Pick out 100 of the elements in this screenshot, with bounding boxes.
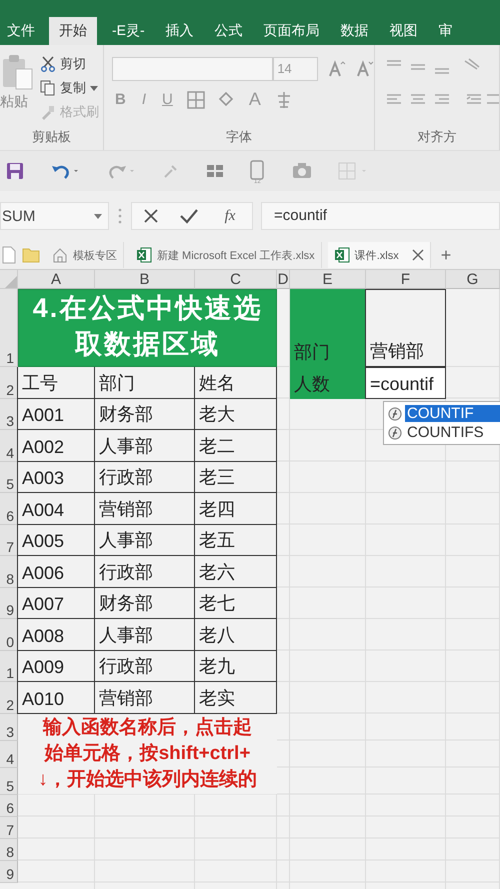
table-cell: 老六 xyxy=(194,556,277,588)
ribbon-tab[interactable]: -E灵- xyxy=(105,17,159,45)
row-header[interactable]: 8 xyxy=(0,556,18,588)
table-cell: A005 xyxy=(17,524,95,556)
table-cell: 老七 xyxy=(194,588,277,619)
table-cell: 老三 xyxy=(194,462,277,493)
group-label: 对齐方 xyxy=(416,128,458,146)
table-cell: 人数 xyxy=(290,367,366,398)
new-tab-button[interactable]: + xyxy=(436,244,456,266)
table-cell: 部门 xyxy=(290,289,366,367)
caret-icon xyxy=(90,86,98,90)
table-cell: A004 xyxy=(17,493,95,524)
table-cell: 老八 xyxy=(194,619,277,650)
column-header[interactable]: G xyxy=(446,270,500,289)
column-header[interactable]: F xyxy=(366,270,446,289)
font-name-field[interactable] xyxy=(112,57,274,81)
document-tab[interactable]: 课件.xlsx xyxy=(328,242,431,268)
name-box[interactable]: SUM xyxy=(0,202,109,230)
table-cell: A003 xyxy=(17,462,95,493)
row-header[interactable]: 6 xyxy=(0,794,18,816)
row-header[interactable]: 7 xyxy=(0,524,18,556)
folder-icon[interactable] xyxy=(22,247,40,263)
function-icon xyxy=(388,426,402,440)
row-header[interactable]: 8 xyxy=(0,838,18,860)
ribbon-tab[interactable]: 审 xyxy=(432,17,467,45)
table-cell: 姓名 xyxy=(194,367,277,398)
enter-check-icon[interactable] xyxy=(180,208,198,224)
cancel-icon[interactable] xyxy=(142,208,159,224)
ribbon-tab[interactable]: 页面布局 xyxy=(256,17,334,45)
title-cell: 4.在公式中快速选 取数据区域 xyxy=(18,289,277,367)
close-icon[interactable] xyxy=(412,249,424,261)
table-cell: 工号 xyxy=(17,367,95,398)
table-cell: 行政部 xyxy=(94,650,195,682)
row-header[interactable]: 0 xyxy=(0,619,18,650)
insert-function-button[interactable]: fx xyxy=(218,206,242,226)
group-label: 剪贴板 xyxy=(31,128,72,146)
cut-button[interactable]: 剪切 xyxy=(38,53,101,75)
borders-icon[interactable] xyxy=(186,90,206,110)
row-header[interactable]: 9 xyxy=(0,588,18,619)
table-cell: 老九 xyxy=(194,650,277,682)
copy-button[interactable]: 复制 xyxy=(38,77,101,99)
row-header[interactable]: 4 xyxy=(0,740,18,768)
save-icon[interactable] xyxy=(6,162,24,180)
column-header[interactable]: C xyxy=(195,270,277,289)
brush-icon xyxy=(40,104,56,120)
table-cell: A010 xyxy=(17,682,95,714)
row-header[interactable]: 4 xyxy=(0,430,18,462)
editing-cell[interactable]: =countif xyxy=(365,367,446,398)
grid-icon[interactable] xyxy=(206,162,224,180)
column-header[interactable]: B xyxy=(95,270,195,289)
drag-handle-icon[interactable] xyxy=(117,207,123,225)
row-header[interactable]: 3 xyxy=(0,714,18,740)
document-tab[interactable]: 新建 Microsoft Excel 工作表.xlsx xyxy=(130,242,322,268)
note-text: 输入函数名称后，点击起 始单元格，按shift+ctrl+ ↓，开始选中该列内连续的 xyxy=(18,714,277,794)
table-cell: 财务部 xyxy=(94,398,195,430)
row-header[interactable]: 9 xyxy=(0,860,18,882)
table-cell: 老二 xyxy=(194,430,277,462)
new-document-icon[interactable] xyxy=(2,246,16,264)
home-icon xyxy=(52,247,68,263)
caret-icon xyxy=(94,214,102,218)
row-header[interactable]: 5 xyxy=(0,768,18,794)
table-cell: 老五 xyxy=(194,524,277,556)
ribbon-tab[interactable]: 公式 xyxy=(208,17,257,45)
column-header[interactable]: E xyxy=(290,270,366,289)
row-header[interactable]: 2 xyxy=(0,367,18,398)
formula-input[interactable]: =countif xyxy=(261,202,500,230)
row-header[interactable]: 6 xyxy=(0,493,18,524)
group-label: 字体 xyxy=(225,128,253,146)
table-cell: A002 xyxy=(17,430,95,462)
ribbon-tab[interactable]: 文件 xyxy=(0,17,49,45)
function-icon xyxy=(388,406,402,420)
ribbon-tab[interactable]: 开始 xyxy=(49,17,97,45)
column-header[interactable]: D xyxy=(277,270,290,289)
row-header[interactable]: 1 xyxy=(0,650,18,682)
table-cell: 财务部 xyxy=(94,588,195,619)
camera-icon[interactable] xyxy=(292,162,312,180)
row-header[interactable]: 7 xyxy=(0,816,18,838)
table-cell: A007 xyxy=(17,588,95,619)
document-tab[interactable]: 模板专区 xyxy=(46,242,124,268)
shrink-font-icon[interactable] xyxy=(356,60,374,78)
table-cell: 老四 xyxy=(194,493,277,524)
ribbon-tab[interactable]: 数据 xyxy=(334,17,383,45)
scissors-icon xyxy=(40,56,56,72)
ribbon-tab[interactable]: 视图 xyxy=(382,17,432,45)
row-header[interactable]: 3 xyxy=(0,398,18,430)
column-header[interactable]: A xyxy=(18,270,95,289)
ribbon-tab[interactable]: 插入 xyxy=(158,17,208,45)
grow-font-icon[interactable] xyxy=(328,60,346,78)
row-header[interactable]: 5 xyxy=(0,462,18,493)
table-cell: A008 xyxy=(17,619,95,650)
spreadsheet-file-icon xyxy=(136,247,152,263)
row-header[interactable]: 2 xyxy=(0,682,18,714)
table-cell: A006 xyxy=(17,556,95,588)
autocomplete-item[interactable]: COUNTIFS xyxy=(384,423,500,442)
table-cell: A001 xyxy=(17,398,95,430)
row-header[interactable]: 1 xyxy=(0,289,18,367)
table-cell: 老实 xyxy=(194,682,277,714)
table-cell: 营销部 xyxy=(365,289,446,367)
table-cell: A009 xyxy=(17,650,95,682)
window-grid-icon[interactable] xyxy=(338,162,368,180)
